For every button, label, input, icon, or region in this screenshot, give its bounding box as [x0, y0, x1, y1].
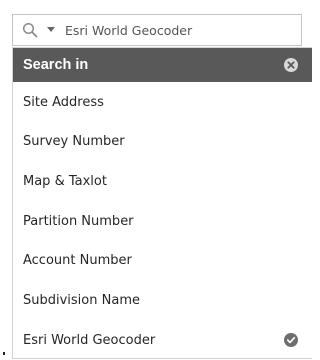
text-cursor-mark	[3, 352, 5, 355]
search-bar[interactable]: Esri World Geocoder	[12, 14, 302, 46]
source-option-subdivision-name[interactable]: Subdivision Name	[13, 281, 312, 321]
search-icon[interactable]	[22, 21, 40, 39]
search-source-list: Site Address Survey Number Map & Taxlot …	[13, 82, 312, 360]
source-option-label: Account Number	[23, 253, 132, 269]
check-circle-icon	[284, 333, 298, 348]
source-option-partition-number[interactable]: Partition Number	[13, 201, 312, 241]
source-option-label: Esri World Geocoder	[23, 332, 156, 348]
source-option-label: Site Address	[23, 94, 104, 110]
source-option-account-number[interactable]: Account Number	[13, 241, 312, 281]
source-option-label: Partition Number	[23, 213, 134, 229]
source-option-site-address[interactable]: Site Address	[13, 82, 312, 122]
source-option-label: Survey Number	[23, 134, 125, 150]
close-circle-icon[interactable]	[284, 58, 298, 72]
dropdown-header-title: Search in	[23, 57, 89, 73]
source-option-esri-world-geocoder[interactable]: Esri World Geocoder	[13, 320, 312, 360]
source-option-label: Map & Taxlot	[23, 174, 107, 190]
dropdown-header: Search in	[13, 48, 312, 82]
caret-down-icon[interactable]	[47, 25, 57, 35]
source-option-survey-number[interactable]: Survey Number	[13, 122, 312, 162]
source-option-map-taxlot[interactable]: Map & Taxlot	[13, 162, 312, 202]
search-source-dropdown: Search in Site Address Survey Number Map…	[12, 47, 312, 359]
source-option-label: Subdivision Name	[23, 293, 140, 309]
selected-provider-label[interactable]: Esri World Geocoder	[65, 23, 192, 38]
